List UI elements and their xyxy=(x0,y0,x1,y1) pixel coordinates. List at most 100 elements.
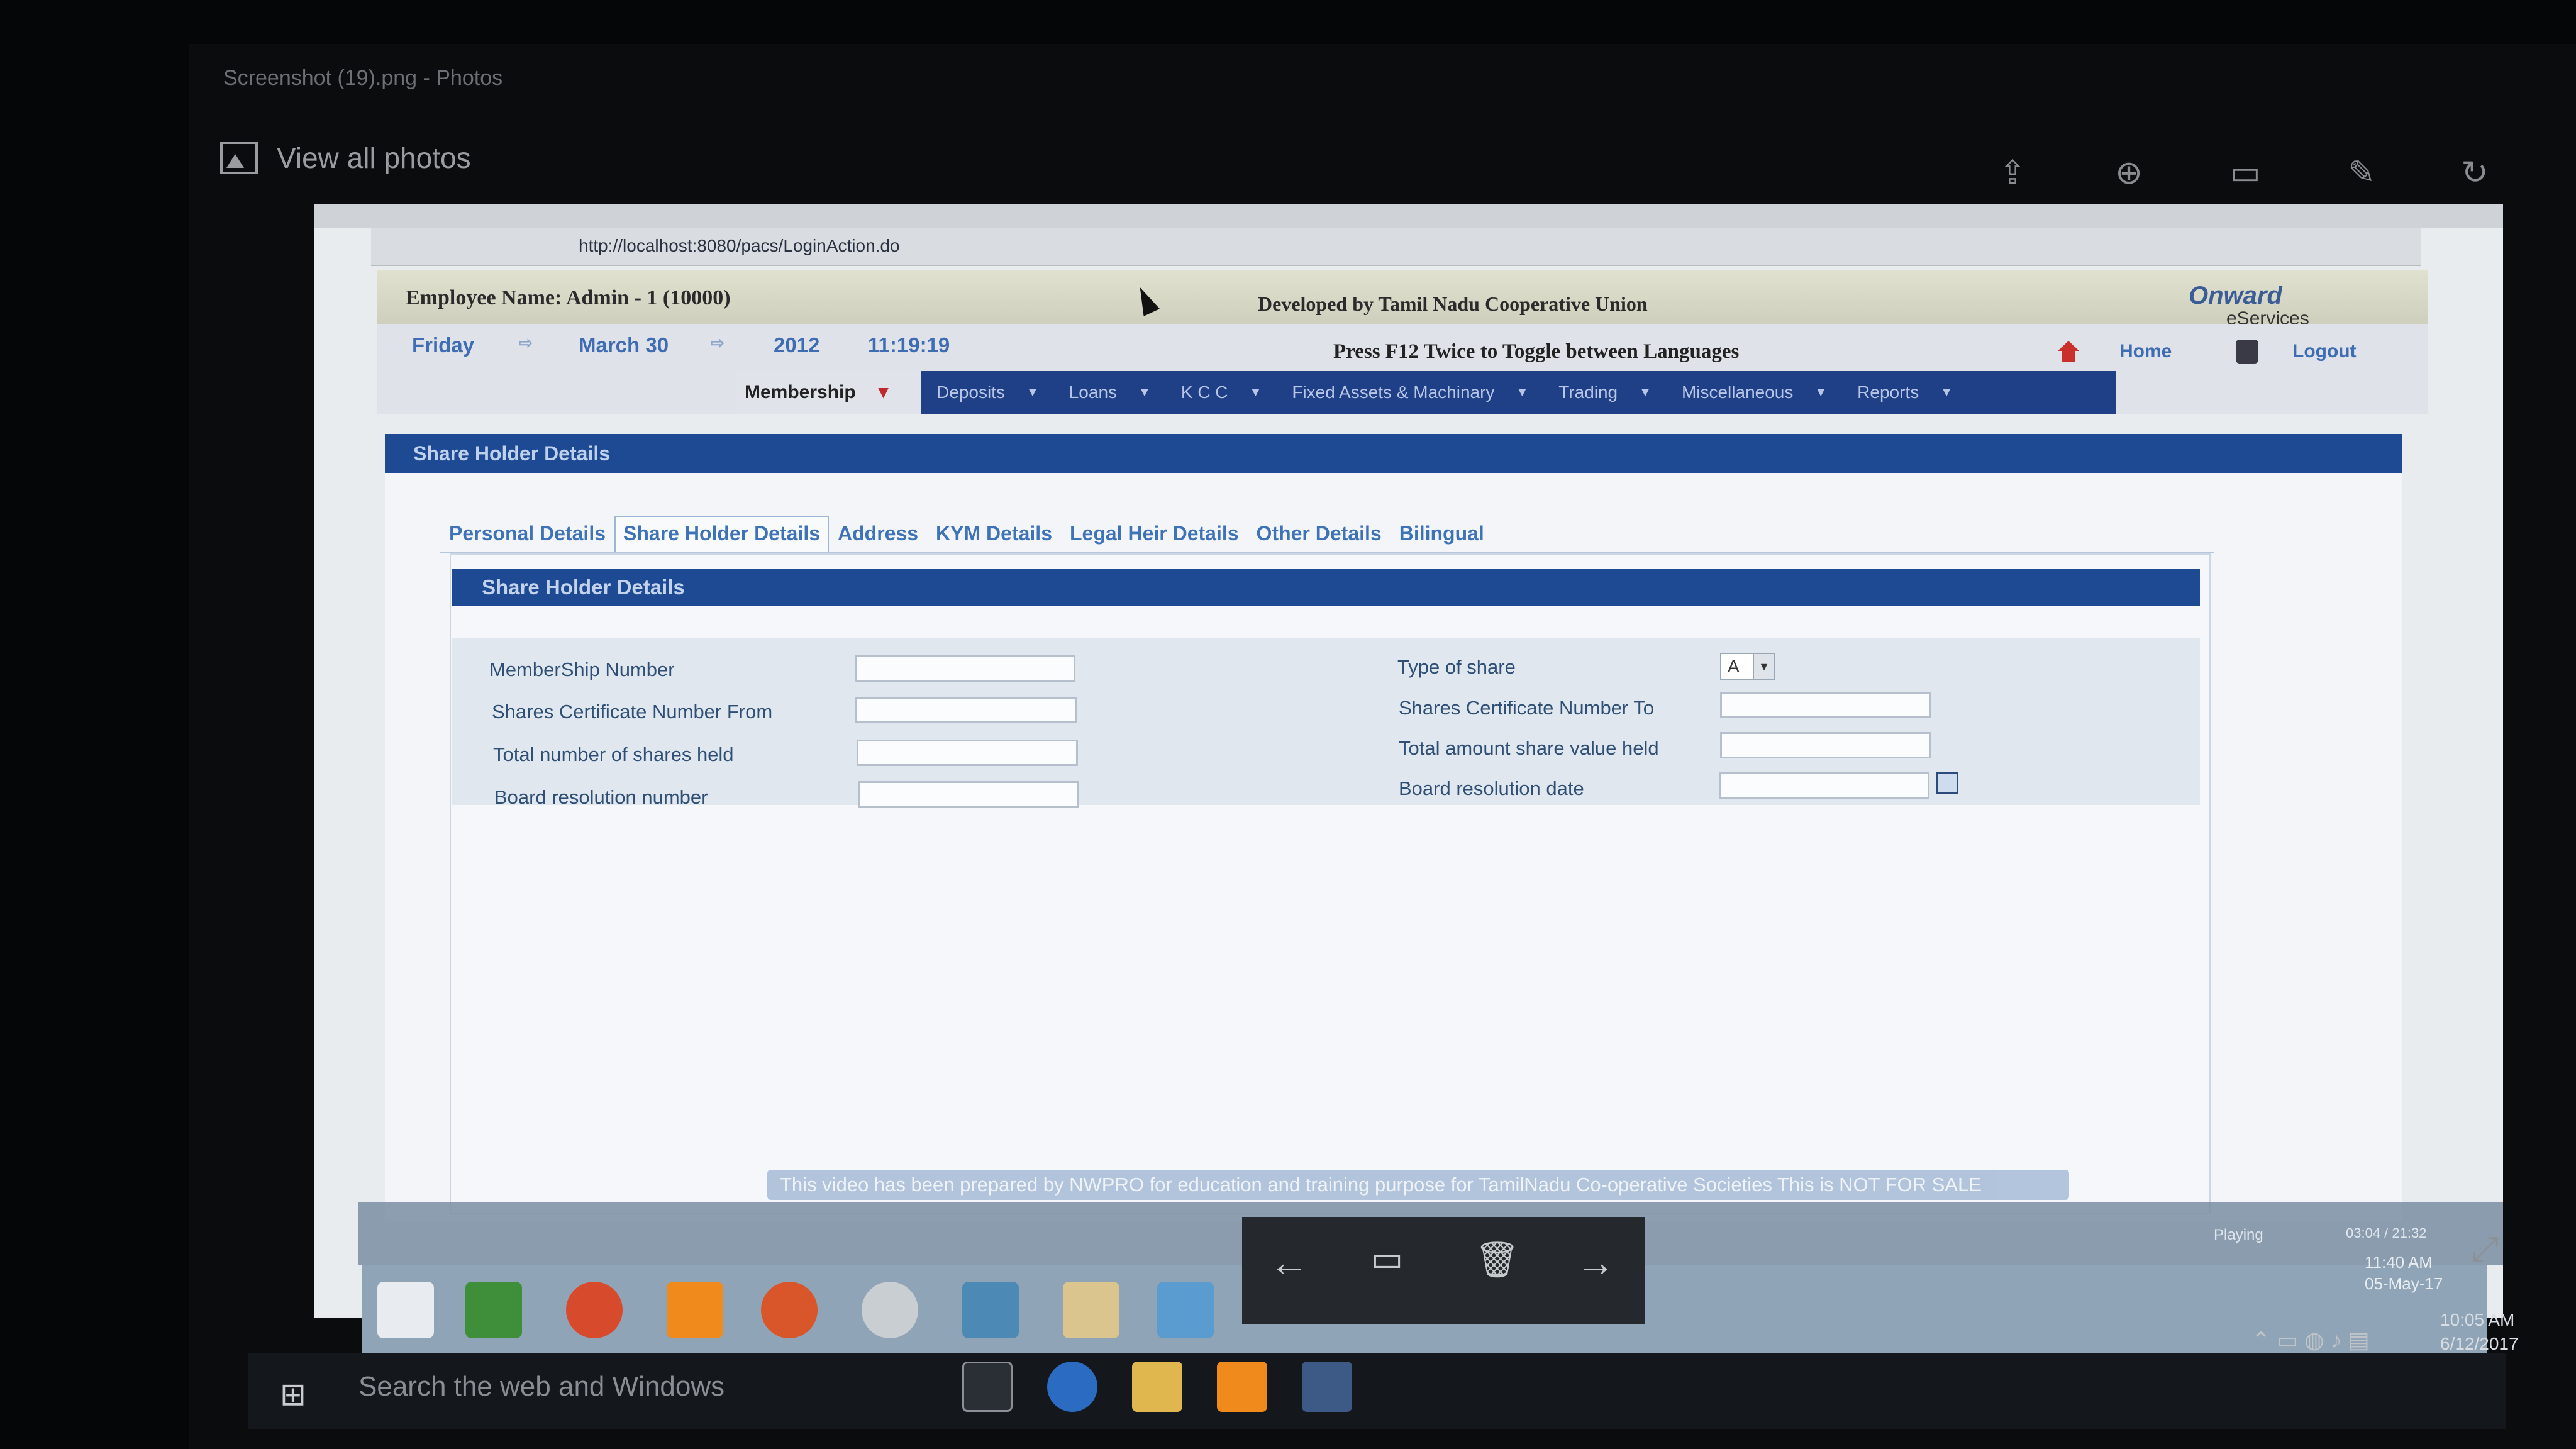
onward-logo: Onward xyxy=(2189,282,2282,309)
vlc-taskbar-icon[interactable] xyxy=(1217,1362,1267,1412)
menu-items: Deposits ▼ Loans ▼ K C C ▼ Fixed Assets & M… xyxy=(921,371,2116,414)
section-title: Share Holder Details xyxy=(385,434,2402,473)
total-amount-label: Total amount share value held xyxy=(1399,737,1659,759)
photos-app-icon[interactable] xyxy=(1157,1282,1214,1338)
total-amount-input[interactable] xyxy=(1720,732,1931,758)
edge-icon[interactable] xyxy=(1047,1362,1097,1412)
edit-icon[interactable]: ✎ xyxy=(2340,151,2384,195)
language-toggle-msg: Press F12 Twice to Toggle between Langua… xyxy=(1333,340,1740,363)
home-link[interactable]: Home xyxy=(2119,341,2172,362)
tab-share-holder-details[interactable]: Share Holder Details xyxy=(614,516,829,553)
task-view-icon[interactable] xyxy=(962,1362,1013,1412)
tab-other-details[interactable]: Other Details xyxy=(1248,516,1391,553)
membership-number-input[interactable] xyxy=(855,655,1075,682)
photo-icon xyxy=(220,142,258,174)
view-all-label: View all photos xyxy=(277,142,471,174)
cert-number-to-input[interactable] xyxy=(1720,692,1931,718)
media-player-bar xyxy=(314,204,2503,228)
expand-icon[interactable]: ⤢ xyxy=(2472,1230,2499,1269)
clock-date: 6/12/2017 xyxy=(2440,1334,2519,1353)
tab-bilingual[interactable]: Bilingual xyxy=(1391,516,1493,553)
day-label: Friday xyxy=(412,333,475,357)
home-icon[interactable] xyxy=(2055,338,2082,365)
player-status: Playing xyxy=(2214,1226,2263,1243)
menu-membership[interactable]: Membership ▼ xyxy=(736,371,921,414)
start-icon[interactable] xyxy=(377,1282,434,1338)
watermark-text: This video has been prepared by NWPRO fo… xyxy=(767,1170,2069,1200)
chevron-down-icon: ▼ xyxy=(1940,385,1953,399)
type-of-share-value: A xyxy=(1728,657,1740,676)
folder-icon[interactable] xyxy=(1063,1282,1119,1338)
tab-strip: Personal Details Share Holder Details Ad… xyxy=(440,516,1493,553)
logout-icon[interactable] xyxy=(2236,340,2258,364)
taskbar-search[interactable]: Search the web and Windows xyxy=(358,1371,724,1402)
chevron-down-icon: ▼ xyxy=(1516,385,1529,399)
previous-arrow-icon[interactable]: ← xyxy=(1269,1239,1309,1285)
menu-reports[interactable]: Reports ▼ xyxy=(1842,382,1968,402)
media-icon[interactable] xyxy=(862,1282,918,1338)
next-arrow-icon[interactable]: → xyxy=(1575,1239,1616,1285)
inner-time: 11:40 AM xyxy=(2365,1253,2433,1272)
menu-label: Fixed Assets & Machinary xyxy=(1292,382,1495,402)
chevron-down-icon: ▼ xyxy=(1249,385,1262,399)
calendar-icon[interactable] xyxy=(1936,772,1958,794)
share-icon[interactable]: ⇪ xyxy=(1990,151,2035,195)
total-shares-label: Total number of shares held xyxy=(493,743,734,765)
menu-label: Loans xyxy=(1069,382,1118,402)
chrome-icon[interactable] xyxy=(566,1282,623,1338)
board-resolution-date-input[interactable] xyxy=(1719,772,1929,799)
employee-name: Employee Name: Admin - 1 (10000) xyxy=(406,286,731,309)
menu-deposits[interactable]: Deposits ▼ xyxy=(921,382,1054,402)
url-text[interactable]: http://localhost:8080/pacs/LoginAction.d… xyxy=(579,236,900,256)
chevron-down-icon: ▼ xyxy=(1814,385,1828,399)
file-explorer-icon[interactable] xyxy=(1132,1362,1182,1412)
board-resolution-number-input[interactable] xyxy=(858,781,1079,808)
chevron-down-icon: ▼ xyxy=(1138,385,1151,399)
menu-trading[interactable]: Trading ▼ xyxy=(1543,382,1667,402)
arrow-icon: ⇨ xyxy=(519,333,533,352)
chevron-down-icon: ▼ xyxy=(1639,385,1652,399)
menu-membership-label: Membership xyxy=(745,382,856,402)
clock[interactable]: 10:05 AM 6/12/2017 xyxy=(2440,1308,2519,1356)
tab-address[interactable]: Address xyxy=(829,516,927,553)
time-label: 11:19:19 xyxy=(868,333,950,357)
rotate-icon[interactable]: ↻ xyxy=(2453,151,2497,195)
total-shares-input[interactable] xyxy=(857,740,1078,766)
menu-miscellaneous[interactable]: Miscellaneous ▼ xyxy=(1667,382,1842,402)
menu-label: Miscellaneous xyxy=(1681,382,1794,402)
tab-legal-heir-details[interactable]: Legal Heir Details xyxy=(1061,516,1248,553)
zoom-icon[interactable]: ⊕ xyxy=(2107,151,2151,195)
vlc-icon[interactable] xyxy=(667,1282,723,1338)
delete-icon[interactable]: 🗑 xyxy=(1475,1239,1519,1280)
windows-start-icon[interactable]: ⊞ xyxy=(280,1376,306,1413)
firefox-icon[interactable] xyxy=(761,1282,818,1338)
menu-kcc[interactable]: K C C ▼ xyxy=(1166,382,1277,402)
arrow-icon: ⇨ xyxy=(711,333,724,352)
photos-taskbar-icon[interactable] xyxy=(1302,1362,1352,1412)
chevron-down-icon: ▼ xyxy=(1753,654,1774,679)
menu-fixed-assets[interactable]: Fixed Assets & Machinary ▼ xyxy=(1277,382,1543,402)
year-label: 2012 xyxy=(774,333,820,357)
logout-link[interactable]: Logout xyxy=(2292,341,2357,362)
chevron-down-icon: ▼ xyxy=(874,382,892,402)
cert-number-from-input[interactable] xyxy=(855,697,1077,723)
slideshow-icon[interactable]: ▭ xyxy=(1371,1239,1403,1279)
date-label: March 30 xyxy=(579,333,669,357)
slideshow-icon[interactable]: ▭ xyxy=(2223,151,2267,195)
inner-clock: 11:40 AM 05-May-17 xyxy=(2365,1252,2443,1294)
store-icon[interactable] xyxy=(465,1282,522,1338)
menu-loans[interactable]: Loans ▼ xyxy=(1054,382,1166,402)
view-all-photos-button[interactable]: View all photos xyxy=(220,137,471,179)
developed-by: Developed by Tamil Nadu Cooperative Unio… xyxy=(1258,292,1648,315)
display-icon[interactable] xyxy=(962,1282,1019,1338)
membership-number-label: MemberShip Number xyxy=(489,658,675,680)
menu-label: Reports xyxy=(1857,382,1919,402)
tab-personal-details[interactable]: Personal Details xyxy=(440,516,614,553)
type-of-share-select[interactable]: A ▼ xyxy=(1720,653,1775,680)
system-tray-icons[interactable]: ⌃ ▭ ◍ ♪ ▤ xyxy=(2251,1327,2370,1353)
clock-time: 10:05 AM xyxy=(2440,1310,2515,1330)
player-progress: 03:04 / 21:32 xyxy=(2346,1225,2427,1241)
menu-label: K C C xyxy=(1180,382,1228,402)
window-title: Screenshot (19).png - Photos xyxy=(223,66,503,90)
tab-kym-details[interactable]: KYM Details xyxy=(927,516,1061,553)
